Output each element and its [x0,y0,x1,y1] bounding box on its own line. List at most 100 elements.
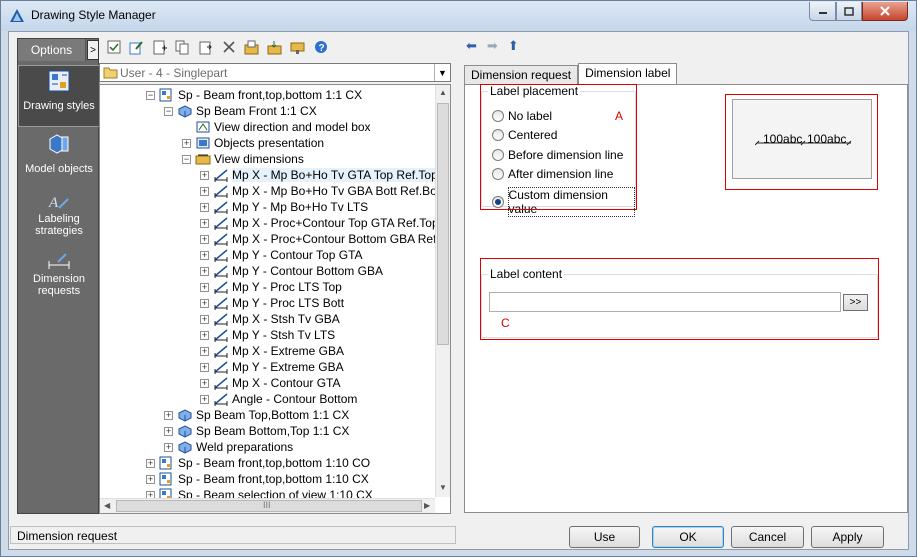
title-bar[interactable]: Drawing Style Manager [1,1,916,31]
tree-item[interactable]: + Mp X - Proc+Contour Top GTA Ref.Top [200,215,439,231]
expand-icon[interactable]: + [164,442,173,452]
tree-horizontal-scrollbar[interactable]: ◀ III ▶ [100,498,435,513]
tree-item[interactable]: + Sp Beam Top,Bottom 1:1 CX [164,407,349,423]
tree-vertical-scrollbar[interactable]: ▲ ▼ [435,85,450,497]
expand-icon[interactable]: + [200,218,209,228]
expand-icon[interactable]: + [200,378,209,388]
options-expand-button[interactable]: > [87,40,99,60]
forward-arrow-icon[interactable]: ➡ [487,38,498,54]
tree-item[interactable]: + Mp Y - Extreme GBA [200,359,344,375]
tree-item[interactable]: + Weld preparations [164,439,293,455]
label-content-more-button[interactable]: >> [843,294,868,311]
expand-icon[interactable]: + [200,330,209,340]
nav-item-drawing-styles[interactable]: Drawing styles [18,65,100,127]
expand-icon[interactable]: + [200,346,209,356]
tab-dimension-label[interactable]: Dimension label [578,63,678,85]
expand-icon[interactable]: + [200,186,209,196]
expand-icon[interactable]: + [200,394,209,404]
tree-item-label: Sp Beam Bottom,Top 1:1 CX [196,424,350,438]
tree-vertical-scroll-thumb[interactable] [437,103,449,345]
label-content-input[interactable] [489,292,841,312]
minimize-button[interactable] [809,2,836,21]
tree-item-label: Mp X - Contour GTA [232,376,341,390]
tree-item[interactable]: + Mp X - Extreme GBA [200,343,344,359]
expand-icon[interactable]: + [200,170,209,180]
back-arrow-icon[interactable]: ⬅ [466,38,477,54]
tree-item[interactable]: + Mp Y - Proc LTS Top [200,279,342,295]
nav-item-labeling-strategies[interactable]: A Labeling strategies [18,189,100,247]
style-tree[interactable]: + Sp - Beam selection of view 1:10 CX + Sp … [99,84,451,514]
edit-button[interactable] [128,39,145,56]
expand-icon[interactable]: + [200,234,209,244]
delete-button[interactable] [220,39,237,56]
expand-icon[interactable]: + [146,474,155,484]
expand-icon[interactable]: + [200,362,209,372]
nav-item-dimension-requests[interactable]: Dimension requests [18,249,100,309]
tree-item[interactable]: + Mp X - Stsh Tv GBA [200,311,340,327]
tree-item[interactable]: + Mp X - Contour GTA [200,375,340,391]
open-button[interactable] [289,39,306,56]
up-arrow-icon[interactable]: ⬆ [508,38,519,54]
style-selector-combo[interactable]: User - 4 - Singlepart ▼ [99,63,451,82]
minimize-icon [818,12,827,14]
new-button[interactable] [151,39,168,56]
expand-icon[interactable]: + [200,298,209,308]
tree-item[interactable]: + Mp Y - Stsh Tv LTS [200,327,335,343]
collapse-icon[interactable]: − [164,106,173,116]
expand-icon[interactable]: + [182,138,191,148]
export-button[interactable] [243,39,260,56]
scroll-down-icon[interactable]: ▼ [439,483,447,492]
tree-item[interactable]: + Sp - Beam front,top,bottom 1:10 CO [146,455,370,471]
expand-icon[interactable]: + [146,458,155,468]
tree-item-label: Mp X - Mp Bo+Ho Tv GTA Top Ref.Top [232,168,438,182]
tree-item[interactable]: + Mp X - Mp Bo+Ho Tv GBA Bott Ref.Bott [200,183,444,199]
expand-icon[interactable]: + [200,250,209,260]
tree-item[interactable]: + Sp - Beam front,top,bottom 1:10 CX [146,471,369,487]
tree-item[interactable]: − Sp Beam Front 1:1 CX [164,103,317,119]
help-button[interactable]: ? [312,39,329,56]
import-icon [267,40,282,54]
use-button[interactable]: Use [569,526,640,548]
collapse-icon[interactable]: − [146,90,155,100]
ok-button[interactable]: OK [652,526,724,548]
folder-open-icon [290,42,305,54]
options-button[interactable]: Options [18,39,86,61]
expand-icon[interactable]: + [200,282,209,292]
apply-button[interactable]: Apply [811,526,884,548]
expand-icon[interactable]: + [164,426,173,436]
close-button[interactable] [862,2,908,21]
tree-item[interactable]: + Objects presentation [182,135,324,151]
dim-icon [213,248,229,262]
tree-item[interactable]: − View dimensions [182,151,304,167]
tree-item[interactable]: View direction and model box [182,119,371,135]
tree-item[interactable]: + Mp X - Proc+Contour Bottom GBA Ref.Bot [200,231,450,247]
tree-item[interactable]: + Mp Y - Contour Top GTA [200,247,363,263]
cancel-button[interactable]: Cancel [731,526,804,548]
tree-item[interactable]: + Sp Beam Bottom,Top 1:1 CX [164,423,349,439]
tree-item-label: Sp Beam Front 1:1 CX [196,104,317,118]
check-button[interactable] [105,39,122,56]
paste-button[interactable] [197,39,214,56]
scroll-left-icon[interactable]: ◀ [104,501,110,510]
expand-icon[interactable]: + [200,202,209,212]
nav-item-model-objects[interactable]: Model objects [18,129,100,179]
expand-icon[interactable]: + [200,314,209,324]
tree-item[interactable]: + Mp X - Mp Bo+Ho Tv GTA Top Ref.Top [200,167,438,183]
scroll-up-icon[interactable]: ▲ [439,88,447,97]
tree-item[interactable]: + Mp Y - Contour Bottom GBA [200,263,383,279]
scroll-right-icon[interactable]: ▶ [424,501,430,510]
expand-icon[interactable]: + [200,266,209,276]
expand-icon[interactable]: + [164,410,173,420]
tree-horizontal-scroll-thumb[interactable]: III [116,500,422,512]
collapse-icon[interactable]: − [182,154,191,164]
tree-item[interactable]: + Mp Y - Proc LTS Bott [200,295,344,311]
combo-dropdown-button[interactable]: ▼ [434,64,450,81]
tree-item[interactable]: − Sp - Beam front,top,bottom 1:1 CX [146,87,362,103]
import-button[interactable] [266,39,283,56]
copy-button[interactable] [174,39,191,56]
tab-dimension-request[interactable]: Dimension request [464,65,579,85]
tree-item[interactable]: + Angle - Contour Bottom [200,391,357,407]
tree-item[interactable]: + Mp Y - Mp Bo+Ho Tv LTS [200,199,368,215]
maximize-button[interactable] [836,2,862,21]
close-icon [880,6,890,16]
